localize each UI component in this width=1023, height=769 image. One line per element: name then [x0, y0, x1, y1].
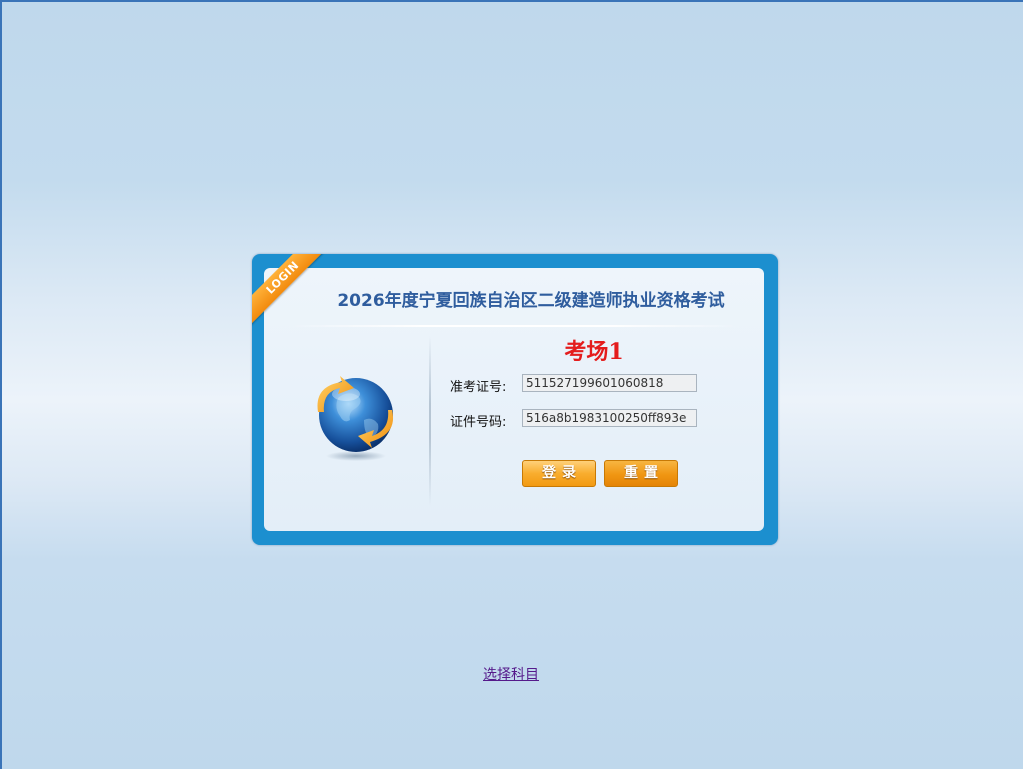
login-page: { "login": { "ribbon": "LOGIN", "title":…	[0, 0, 1023, 769]
ticket-number-label: 准考证号:	[450, 380, 507, 395]
reset-button[interactable]: 重置	[604, 460, 678, 487]
choose-subject-link[interactable]: 选择科目	[483, 664, 539, 684]
login-panel: 2026年度宁夏回族自治区二级建造师执业资格考试 考场1 准考证号: 51152…	[252, 254, 778, 545]
vertical-divider	[429, 336, 431, 506]
title-divider	[284, 325, 744, 327]
id-number-input[interactable]	[522, 409, 697, 427]
id-number-label: 证件号码:	[450, 415, 507, 430]
exam-room-title: 考场1	[564, 339, 624, 365]
login-button[interactable]: 登录	[522, 460, 596, 487]
exam-title: 2026年度宁夏回族自治区二级建造师执业资格考试	[337, 291, 725, 311]
ticket-number-input[interactable]	[522, 374, 697, 392]
globe-icon	[308, 368, 398, 463]
login-panel-body: 2026年度宁夏回族自治区二级建造师执业资格考试 考场1 准考证号: 51152…	[264, 268, 764, 531]
